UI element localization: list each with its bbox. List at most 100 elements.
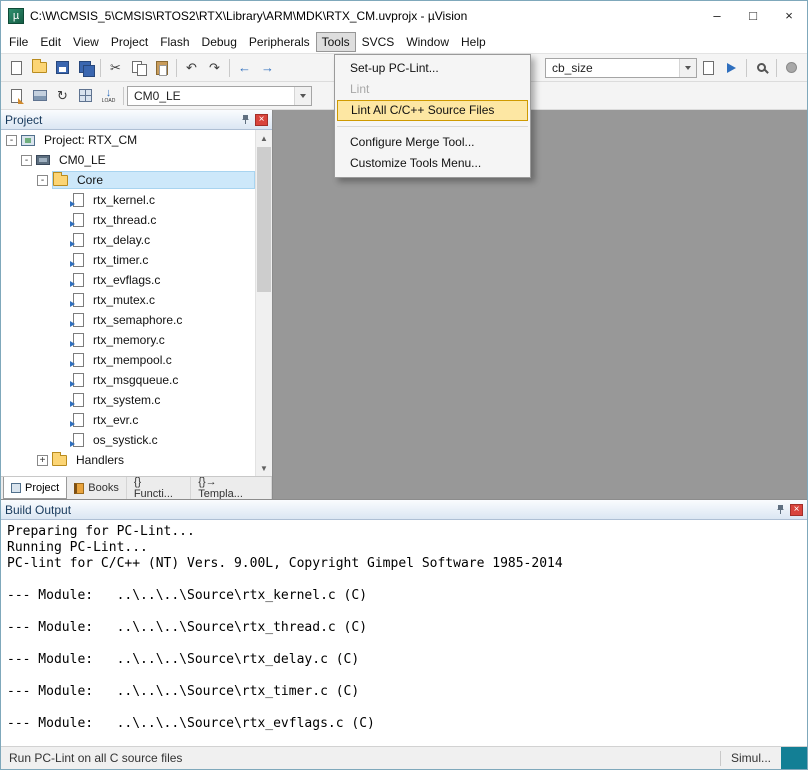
tree-item-file[interactable]: rtx_mempool.c — [1, 350, 255, 370]
build-output-panel: Build Output Preparing for PC-Lint... Ru… — [1, 499, 807, 746]
menu-svcs[interactable]: SVCS — [356, 32, 401, 52]
scroll-down-icon[interactable]: ▼ — [256, 460, 272, 476]
status-accent — [781, 747, 807, 769]
menu-edit[interactable]: Edit — [34, 32, 67, 52]
menu-peripherals[interactable]: Peripherals — [243, 32, 316, 52]
scroll-up-icon[interactable]: ▲ — [256, 130, 272, 146]
toolbar-separator — [100, 59, 101, 77]
target-select-combobox[interactable]: CM0_LE — [127, 86, 312, 106]
tree-item-file[interactable]: rtx_kernel.c — [1, 190, 255, 210]
magnifier-icon[interactable] — [750, 57, 773, 79]
window-title: C:\W\CMSIS_5\CMSIS\RTOS2\RTX\Library\ARM… — [30, 9, 699, 23]
tree-item-label: Core — [73, 172, 107, 188]
menu-file[interactable]: File — [3, 32, 34, 52]
save-icon[interactable] — [51, 57, 74, 79]
tab-functions[interactable]: {} Functi... — [127, 477, 191, 499]
tree-item-file[interactable]: rtx_thread.c — [1, 210, 255, 230]
expand-icon[interactable] — [37, 455, 48, 466]
download-load-icon[interactable]: ↓LOAD — [97, 85, 120, 107]
bookmark-icon[interactable] — [720, 57, 743, 79]
rebuild-icon[interactable]: ↻ — [51, 85, 74, 107]
tree-item-label: rtx_semaphore.c — [89, 312, 186, 328]
combo-dropdown-arrow-icon[interactable] — [294, 87, 311, 105]
tree-item-file[interactable]: rtx_timer.c — [1, 250, 255, 270]
menu-bar: File Edit View Project Flash Debug Perip… — [1, 30, 807, 54]
navigate-back-icon[interactable]: ← — [233, 57, 256, 79]
tree-item-file[interactable]: rtx_semaphore.c — [1, 310, 255, 330]
search-size-combobox[interactable]: cb_size — [545, 58, 697, 78]
tree-item-file[interactable]: rtx_msgqueue.c — [1, 370, 255, 390]
menu-debug[interactable]: Debug — [196, 32, 243, 52]
menu-project[interactable]: Project — [105, 32, 154, 52]
menu-item-configure-merge-tool[interactable]: Configure Merge Tool... — [335, 132, 530, 153]
log-line: Running PC-Lint... — [7, 540, 801, 556]
copy-icon[interactable] — [127, 57, 150, 79]
translate-icon[interactable] — [5, 85, 28, 107]
scrollbar-thumb[interactable] — [257, 147, 271, 292]
batch-build-icon[interactable] — [74, 85, 97, 107]
tree-scrollbar[interactable]: ▲ ▼ — [255, 130, 272, 476]
menu-view[interactable]: View — [67, 32, 105, 52]
build-icon[interactable] — [28, 85, 51, 107]
build-output-header: Build Output — [1, 500, 807, 520]
tree-item-file[interactable]: rtx_evr.c — [1, 410, 255, 430]
status-mode: Simul... — [721, 751, 781, 765]
search-size-value: cb_size — [546, 61, 679, 75]
redo-icon[interactable]: ↷ — [203, 57, 226, 79]
undo-icon[interactable]: ↶ — [180, 57, 203, 79]
tab-project[interactable]: Project — [3, 477, 67, 499]
tab-books[interactable]: Books — [67, 477, 127, 499]
menu-flash[interactable]: Flash — [154, 32, 195, 52]
navigate-forward-icon[interactable]: → — [256, 57, 279, 79]
panel-close-icon[interactable] — [790, 504, 803, 516]
build-output-log[interactable]: Preparing for PC-Lint... Running PC-Lint… — [1, 520, 807, 746]
collapse-icon[interactable] — [37, 175, 48, 186]
tree-item-target[interactable]: CM0_LE — [1, 150, 255, 170]
project-tab-icon — [11, 483, 21, 493]
tree-item-label: os_systick.c — [89, 432, 162, 448]
record-icon[interactable] — [780, 57, 803, 79]
tree-item-file[interactable]: rtx_mutex.c — [1, 290, 255, 310]
collapse-icon[interactable] — [6, 135, 17, 146]
file-icon — [73, 393, 84, 407]
tab-templates[interactable]: {}→ Templa... — [191, 477, 272, 499]
pin-icon[interactable] — [240, 114, 251, 125]
close-button[interactable]: × — [771, 1, 807, 30]
file-icon — [73, 313, 84, 327]
pin-icon[interactable] — [775, 504, 786, 515]
save-all-icon[interactable] — [74, 57, 97, 79]
find-in-files-icon[interactable] — [697, 57, 720, 79]
tree-item-file[interactable]: rtx_delay.c — [1, 230, 255, 250]
menu-item-setup-pclint[interactable]: Set-up PC-Lint... — [335, 58, 530, 79]
tree-item-file[interactable]: rtx_memory.c — [1, 330, 255, 350]
tree-item-label: rtx_evr.c — [89, 412, 142, 428]
minimize-button[interactable]: – — [699, 1, 735, 30]
paste-icon[interactable] — [150, 57, 173, 79]
new-file-icon[interactable] — [5, 57, 28, 79]
tree-item-file[interactable]: os_systick.c — [1, 430, 255, 450]
tree-item-handlers-group[interactable]: Handlers — [1, 450, 255, 470]
tree-item-project-root[interactable]: Project: RTX_CM — [1, 130, 255, 150]
tree-item-file[interactable]: rtx_system.c — [1, 390, 255, 410]
cut-icon[interactable]: ✂ — [104, 57, 127, 79]
collapse-icon[interactable] — [21, 155, 32, 166]
tree-item-core-group[interactable]: Core — [1, 170, 255, 190]
menu-tools[interactable]: Tools — [316, 32, 356, 52]
combo-dropdown-arrow-icon[interactable] — [679, 59, 696, 77]
tree-item-label: rtx_evflags.c — [89, 272, 164, 288]
tree-item-file[interactable]: rtx_evflags.c — [1, 270, 255, 290]
menu-window[interactable]: Window — [400, 32, 455, 52]
menu-item-lint-all[interactable]: Lint All C/C++ Source Files — [337, 100, 528, 121]
uvision-window: C:\W\CMSIS_5\CMSIS\RTOS2\RTX\Library\ARM… — [0, 0, 808, 770]
open-file-icon[interactable] — [28, 57, 51, 79]
file-icon — [73, 293, 84, 307]
file-icon — [73, 353, 84, 367]
target-icon — [36, 155, 50, 165]
maximize-button[interactable]: □ — [735, 1, 771, 30]
menu-help[interactable]: Help — [455, 32, 492, 52]
tree-item-label: rtx_msgqueue.c — [89, 372, 182, 388]
books-tab-icon — [74, 483, 84, 494]
panel-close-icon[interactable] — [255, 114, 268, 126]
menu-item-customize-tools-menu[interactable]: Customize Tools Menu... — [335, 153, 530, 174]
toolbar-separator — [229, 59, 230, 77]
